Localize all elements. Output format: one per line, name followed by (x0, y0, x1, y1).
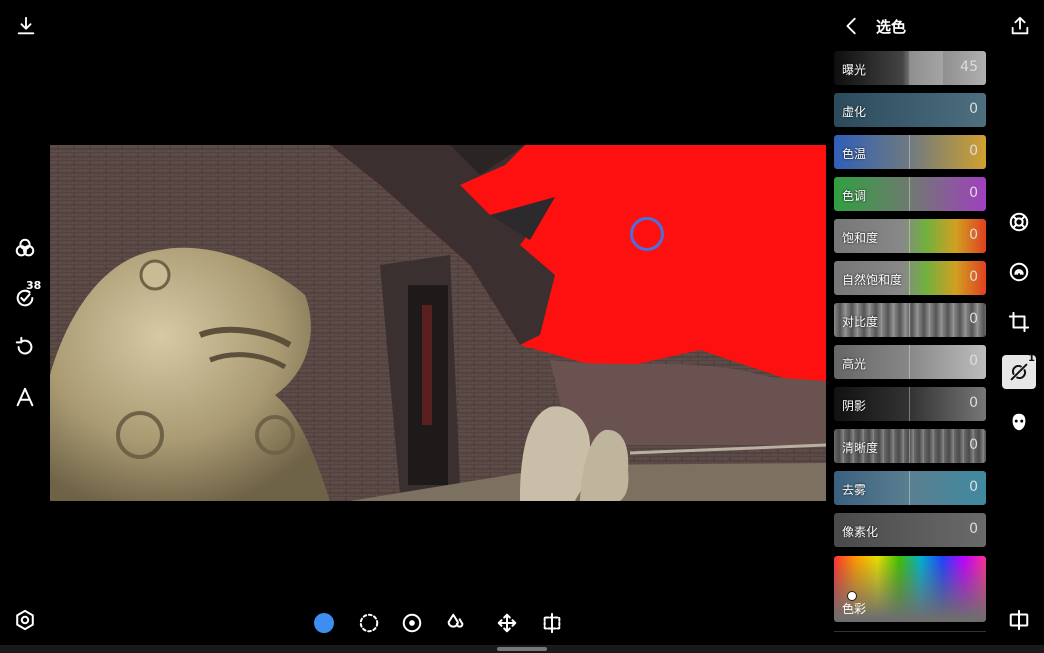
slider-label: 曝光 (842, 63, 867, 77)
slider-midline (909, 429, 910, 463)
slider-value: 0 (969, 227, 978, 243)
share-icon[interactable] (1008, 14, 1032, 38)
filters-icon[interactable] (12, 235, 38, 261)
color-picker-pad[interactable]: 色彩 (834, 556, 986, 622)
slider-value: 0 (969, 437, 978, 453)
slider-midline (909, 471, 910, 505)
slider-label: 自然饱和度 (842, 273, 903, 287)
settings-icon[interactable] (12, 607, 38, 633)
slider-fill (909, 51, 943, 85)
mirror-compare-icon[interactable] (539, 610, 565, 636)
slider-exposure[interactable]: 曝光 45 (834, 51, 986, 85)
slider-value: 0 (969, 185, 978, 201)
slider-label: 去雾 (842, 483, 867, 497)
color-drop-icon[interactable] (443, 610, 469, 636)
slider-midline (909, 135, 910, 169)
slider-shadows[interactable]: 阴影 0 (834, 387, 986, 421)
history-button[interactable]: 38 (12, 279, 41, 311)
selective-edit-button[interactable]: 1 (1002, 353, 1036, 389)
move-icon[interactable] (494, 610, 520, 636)
download-icon[interactable] (14, 14, 38, 38)
vignette-icon[interactable] (1006, 259, 1032, 285)
slider-midline (909, 219, 910, 253)
slider-label: 色调 (842, 189, 867, 203)
color-picker-marker[interactable] (630, 217, 664, 251)
slider-label: 色温 (842, 147, 867, 161)
crop-icon[interactable] (1006, 309, 1032, 335)
slider-value: 0 (969, 479, 978, 495)
text-tool-icon[interactable] (12, 384, 38, 410)
selective-brush-icon (1010, 363, 1028, 381)
slider-highlights[interactable]: 高光 0 (834, 345, 986, 379)
slider-midline (909, 177, 910, 211)
slider-midline (909, 345, 910, 379)
slider-value: 0 (969, 311, 978, 327)
slider-dehaze[interactable]: 去雾 0 (834, 471, 986, 505)
slider-vibrance[interactable]: 自然饱和度 0 (834, 261, 986, 295)
slider-value: 0 (969, 143, 978, 159)
home-indicator-bar[interactable] (497, 647, 547, 651)
slider-value: 0 (969, 395, 978, 411)
slider-label: 对比度 (842, 315, 879, 329)
slider-midline (909, 303, 910, 337)
slider-value: 0 (969, 101, 978, 117)
history-badge: 38 (26, 279, 42, 292)
slider-temperature[interactable]: 色温 0 (834, 135, 986, 169)
slider-pixelate[interactable]: 像素化 0 (834, 513, 986, 547)
lifebuoy-icon[interactable] (1006, 209, 1032, 235)
slider-tint[interactable]: 色调 0 (834, 177, 986, 211)
rotate-icon[interactable] (12, 334, 38, 360)
slider-label: 清晰度 (842, 441, 879, 455)
slider-contrast[interactable]: 对比度 0 (834, 303, 986, 337)
compare-icon[interactable] (1006, 607, 1032, 633)
lasso-select-icon[interactable] (356, 610, 382, 636)
slider-label: 高光 (842, 357, 867, 371)
face-mask-icon[interactable] (1006, 409, 1032, 435)
brush-color-button[interactable] (314, 613, 334, 633)
slider-value: 0 (969, 269, 978, 285)
slider-label: 饱和度 (842, 231, 879, 245)
photo-canvas[interactable] (50, 145, 826, 501)
slider-saturation[interactable]: 饱和度 0 (834, 219, 986, 253)
slider-value: 0 (969, 521, 978, 537)
slider-label: 虚化 (842, 105, 867, 119)
radial-select-icon[interactable] (399, 610, 425, 636)
slider-midline (909, 387, 910, 421)
panel-divider (834, 631, 986, 632)
slider-clarity[interactable]: 清晰度 0 (834, 429, 986, 463)
panel-title: 选色 (876, 18, 907, 36)
selective-badge: 1 (1028, 353, 1035, 364)
slider-value: 0 (969, 353, 978, 369)
slider-label: 像素化 (842, 525, 879, 539)
slider-midline (909, 261, 910, 295)
slider-value: 45 (960, 59, 978, 75)
slider-label: 阴影 (842, 399, 867, 413)
slider-blur[interactable]: 虚化 0 (834, 93, 986, 127)
color-pad-label: 色彩 (842, 602, 867, 616)
back-button[interactable] (840, 14, 864, 38)
